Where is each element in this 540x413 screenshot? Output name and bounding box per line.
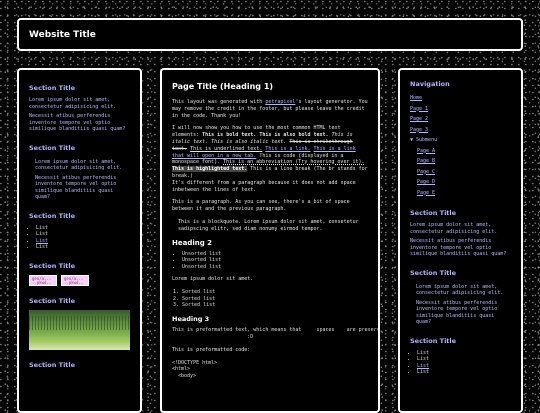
section-text: Necessit atibus perferendis inventore te… [35, 174, 117, 201]
left-section-6: Section Title [29, 361, 130, 369]
paragraph: Lorem ipsum dolor sit amet. [172, 275, 254, 282]
badge-row: geo/a... ..pkwd.. geo/a... ..pkwd.. [29, 274, 130, 286]
blockquote: This is a blockquote. Lorem ipsum dolor … [178, 218, 359, 232]
right-section-1: Section Title Lorem ipsum dolor sit amet… [410, 209, 511, 258]
blockquote: Lorem ipsum dolor sit amet, consectetur … [410, 284, 511, 326]
list-link[interactable]: List [417, 363, 429, 369]
petrapixel-link[interactable]: petrapixel [265, 99, 295, 105]
left-section-1: Section Title Lorem ipsum dolor sit amet… [29, 84, 130, 133]
nav-item-home[interactable]: Home [410, 93, 511, 104]
list-item: Sorted list [182, 302, 368, 309]
section-text: Lorem ipsum dolor sit amet, consectetur … [35, 158, 123, 172]
subnav-list: Page A Page B Page C Page D Page E [410, 146, 511, 199]
web-badge[interactable]: geo/a... ..pkwd.. [29, 274, 57, 286]
list-item: List [36, 244, 130, 251]
nav-item-page-1[interactable]: Page 1 [410, 104, 511, 115]
code-line: <body> [172, 373, 197, 380]
section-text: Lorem ipsum dolor sit amet, consectetur … [29, 97, 117, 110]
preformatted-text: :D [172, 333, 254, 340]
nav-item-page-d[interactable]: Page D [410, 177, 511, 188]
section-title: Section Title [410, 336, 457, 345]
right-section-2: Section Title Lorem ipsum dolor sit amet… [410, 269, 511, 326]
nav-item-page-e[interactable]: Page E [410, 188, 511, 199]
left-sidebar: Section Title Lorem ipsum dolor sit amet… [17, 68, 142, 413]
blockquote: Lorem ipsum dolor sit amet, consectetur … [29, 159, 130, 201]
left-section-5: Section Title [29, 297, 130, 350]
right-sidebar: Navigation Home Page 1 Page 2 Page 3 ▼ S… [398, 68, 523, 413]
navigation-title: Navigation [410, 80, 450, 88]
abbreviation[interactable]: This is an abbreviation (Try hovering ov… [223, 159, 364, 165]
left-section-4: Section Title geo/a... ..pkwd.. geo/a...… [29, 262, 130, 286]
section-title: Section Title [29, 360, 76, 369]
section-title: Section Title [410, 209, 457, 217]
grass-photo [29, 309, 130, 350]
section-title: Section Title [29, 296, 76, 305]
heading-3: Heading 3 [172, 315, 210, 324]
example-link[interactable]: This is a link. [265, 146, 310, 152]
section-title: Section Title [29, 261, 76, 270]
intro-paragraph: This layout was generated with petrapixe… [172, 99, 368, 119]
paragraph: This is preformatted code: [172, 346, 251, 353]
elements-paragraph: I will now show you how to use the most … [172, 125, 368, 193]
page-title: Page Title (Heading 1) [172, 82, 274, 91]
section-text: Lorem ipsum dolor sit amet, consectetur … [416, 283, 504, 297]
main-content: Page Title (Heading 1) This layout was g… [160, 68, 380, 413]
preformatted-text: This is preformatted text, which means t… [172, 327, 380, 334]
nav-list: Home Page 1 Page 2 Page 3 ▼ Submenu [410, 93, 511, 146]
site-title: Website Title [29, 30, 96, 40]
heading-2: Heading 2 [172, 238, 213, 247]
sorted-list: Sorted list Sorted list Sorted list [172, 289, 368, 309]
right-section-3: Section Title List List List List [410, 337, 511, 376]
list-item: List [417, 369, 511, 376]
section-title: Section Title [410, 268, 457, 277]
submenu-toggle[interactable]: ▼ Submenu [410, 135, 511, 146]
section-text: Necessit atibus perferendis inventore te… [410, 238, 507, 257]
section-title: Section Title [29, 84, 76, 92]
site-header: Website Title [17, 18, 523, 51]
paragraph: This is a paragraph. As you can see, the… [172, 199, 350, 213]
section-text: Lorem ipsum dolor sit amet, consectetur … [410, 222, 498, 235]
code-line: <html> [172, 366, 191, 373]
code-line: <!DOCTYPE html> [172, 359, 218, 366]
list-item: Sorted list [182, 289, 368, 296]
nav-item-page-3[interactable]: Page 3 [410, 125, 511, 136]
left-section-2: Section Title Lorem ipsum dolor sit amet… [29, 144, 130, 201]
nav-item-page-a[interactable]: Page A [410, 146, 511, 157]
nav-item-page-2[interactable]: Page 2 [410, 114, 511, 125]
list-item: Unsorted list [182, 251, 368, 258]
list-link[interactable]: List [36, 238, 48, 244]
left-section-3: Section Title List List List List [29, 212, 130, 251]
list-item: Sorted list [182, 296, 368, 303]
list: List List List List [410, 350, 511, 376]
section-text: Necessit atibus perferendis inventore te… [416, 299, 498, 326]
list-item: Unsorted list [182, 257, 368, 264]
list-item: Unsorted list [182, 264, 368, 271]
web-badge[interactable]: geo/a... ..pkwd.. [61, 274, 89, 286]
navigation: Navigation Home Page 1 Page 2 Page 3 ▼ S… [410, 80, 511, 198]
list: List List List List [29, 225, 130, 251]
section-title: Section Title [29, 211, 76, 220]
section-text: Necessit atibus perferendis inventore te… [29, 113, 126, 132]
highlighted-text: This is highlighted text. [172, 166, 248, 173]
nav-item-page-c[interactable]: Page C [410, 167, 511, 178]
nav-item-page-b[interactable]: Page B [410, 156, 511, 167]
section-title: Section Title [29, 143, 76, 152]
unsorted-list: Unsorted list Unsorted list Unsorted lis… [172, 251, 368, 271]
